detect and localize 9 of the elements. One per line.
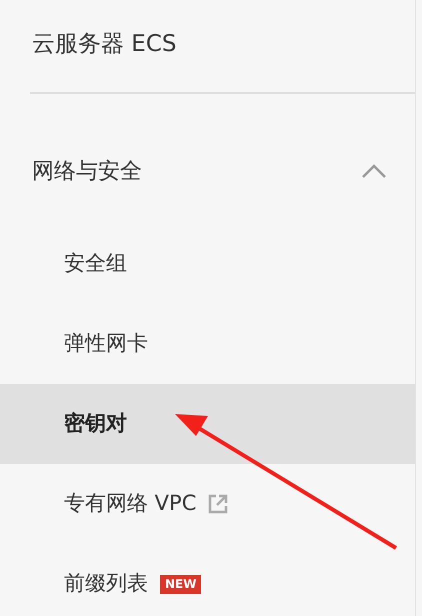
sidebar-title: 云服务器 ECS [32, 31, 177, 57]
new-badge: NEW [160, 574, 202, 594]
sidebar-item[interactable]: 专有网络 VPC [0, 464, 415, 544]
sidebar-item[interactable]: 弹性网卡 [0, 304, 415, 384]
sidebar-item[interactable]: 密钥对 [0, 384, 415, 464]
sidebar-item[interactable]: 前缀列表 NEW [0, 544, 415, 616]
chevron-up-icon [361, 163, 387, 179]
section-header[interactable]: 网络与安全 [0, 94, 415, 224]
sidebar-item[interactable]: 安全组 [0, 224, 415, 304]
